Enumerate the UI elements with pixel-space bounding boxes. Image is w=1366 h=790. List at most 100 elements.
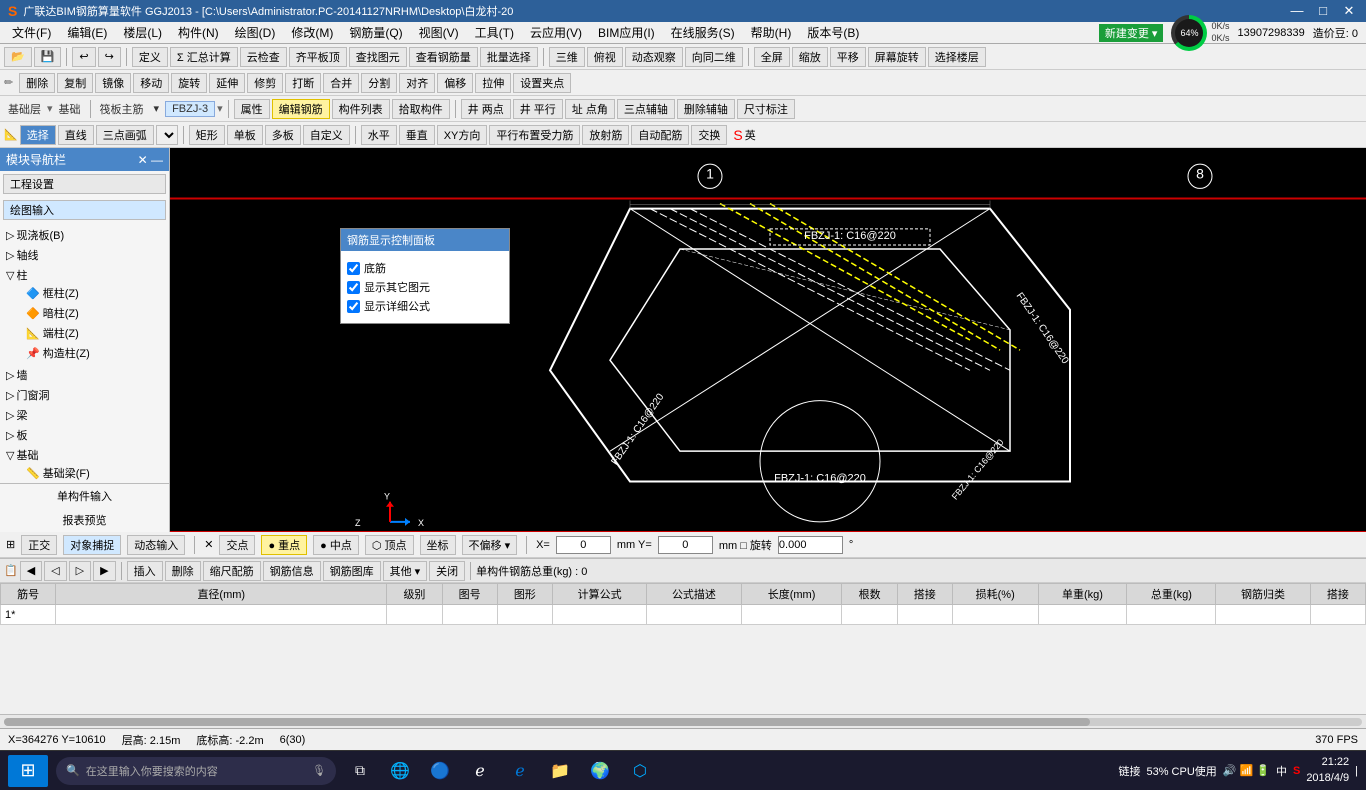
show-desktop-btn[interactable]: |	[1355, 765, 1358, 777]
btn-insert-row[interactable]: 插入	[127, 561, 163, 581]
btn-split[interactable]: 分割	[361, 73, 397, 93]
btn-point-angle[interactable]: 址 点角	[565, 99, 615, 119]
btn-2d[interactable]: 向同二维	[685, 47, 743, 67]
btn-batch[interactable]: 批量选择	[480, 47, 538, 67]
table-row[interactable]: 1*	[1, 605, 1366, 625]
btn-open[interactable]: 📂	[4, 47, 32, 67]
menu-version[interactable]: 版本号(B)	[799, 22, 867, 43]
btn-dynamic[interactable]: 动态观察	[625, 47, 683, 67]
btn-no-offset[interactable]: 不偏移 ▾	[462, 535, 518, 555]
btn-vertical[interactable]: 垂直	[399, 125, 435, 145]
btn-parallel-rebar[interactable]: 平行布置受力筋	[489, 125, 580, 145]
nav-item-structcol[interactable]: 📌 构造柱(Z)	[22, 343, 163, 363]
nav-single-component[interactable]: 单构件输入	[0, 484, 169, 508]
nav-draw-input[interactable]: 绘图输入	[3, 200, 166, 220]
rebar-component[interactable]: FBZJ-3	[165, 101, 215, 117]
btn-other[interactable]: 其他 ▾	[383, 561, 428, 581]
hscroll-thumb[interactable]	[4, 718, 1090, 726]
draw-mode-select[interactable]	[156, 125, 178, 145]
btn-find[interactable]: 查找图元	[349, 47, 407, 67]
btn-rebar-info[interactable]: 钢筋信息	[263, 561, 321, 581]
menu-file[interactable]: 文件(F)	[4, 22, 59, 43]
nav-group-beam[interactable]: ▷ 梁	[2, 405, 167, 425]
btn-view-rebar[interactable]: 查看钢筋量	[409, 47, 478, 67]
x-input[interactable]	[556, 536, 611, 554]
btn-select-floor[interactable]: 选择楼层	[928, 47, 986, 67]
check-show-other[interactable]	[347, 281, 360, 294]
nav-group-foundation-header[interactable]: ▽ 基础	[6, 447, 163, 463]
btn-exchange[interactable]: 交换	[691, 125, 727, 145]
taskbar-task-view[interactable]: ⧉	[344, 755, 376, 787]
btn-three-point-axis[interactable]: 三点辅轴	[617, 99, 675, 119]
btn-delete-row[interactable]: 删除	[165, 561, 201, 581]
btn-offset[interactable]: 偏移	[437, 73, 473, 93]
btn-dynamic-input[interactable]: 动态输入	[127, 535, 185, 555]
nav-item-fbeam[interactable]: 📏 基础梁(F)	[22, 463, 163, 483]
check-bottom-rebar[interactable]	[347, 262, 360, 275]
btn-xy-dir[interactable]: XY方向	[437, 125, 488, 145]
btn-fullscreen[interactable]: 全屏	[754, 47, 790, 67]
nav-item-endcol[interactable]: 📐 端柱(Z)	[22, 323, 163, 343]
rotate-input[interactable]	[778, 536, 843, 554]
cad-drawing[interactable]: 1 8	[170, 148, 1366, 532]
btn-center[interactable]: ● 中点	[313, 535, 359, 555]
btn-intersect[interactable]: 交点	[219, 535, 255, 555]
btn-undo[interactable]: ↩	[72, 47, 95, 67]
btn-rect[interactable]: 矩形	[189, 125, 225, 145]
btn-dimension[interactable]: 尺寸标注	[737, 99, 795, 119]
taskbar-ie[interactable]: ℯ	[464, 755, 496, 787]
menu-cloud[interactable]: 云应用(V)	[522, 22, 590, 43]
btn-delete-axis[interactable]: 删除辅轴	[677, 99, 735, 119]
btn-two-point[interactable]: 井 两点	[461, 99, 511, 119]
nav-group-board[interactable]: ▷ 板	[2, 425, 167, 445]
taskbar-globe[interactable]: 🌍	[584, 755, 616, 787]
menu-tools[interactable]: 工具(T)	[467, 22, 522, 43]
taskbar-edge[interactable]: 🌐	[384, 755, 416, 787]
btn-rotate[interactable]: 旋转	[171, 73, 207, 93]
nav-item-framecol[interactable]: 🔷 框柱(Z)	[22, 283, 163, 303]
btn-scale-rebar[interactable]: 缩尺配筋	[203, 561, 261, 581]
btn-copy[interactable]: 复制	[57, 73, 93, 93]
menu-component[interactable]: 构件(N)	[170, 22, 227, 43]
btn-select[interactable]: 选择	[20, 125, 56, 145]
taskbar-app1[interactable]: ⬡	[624, 755, 656, 787]
btn-redo[interactable]: ↪	[98, 47, 121, 67]
btn-radial-rebar[interactable]: 放射筋	[582, 125, 629, 145]
btn-pick-component[interactable]: 拾取构件	[392, 99, 450, 119]
nav-group-slab[interactable]: ▷ 现浇板(B)	[2, 225, 167, 245]
menu-online[interactable]: 在线服务(S)	[663, 22, 743, 43]
menu-edit[interactable]: 编辑(E)	[59, 22, 115, 43]
btn-align[interactable]: 对齐	[399, 73, 435, 93]
btn-last[interactable]: ▶	[93, 561, 115, 581]
btn-rebar-lib[interactable]: 钢筋图库	[323, 561, 381, 581]
btn-pan[interactable]: 平移	[830, 47, 866, 67]
nav-close-btn[interactable]: ✕ —	[138, 153, 163, 167]
btn-line[interactable]: 直线	[58, 125, 94, 145]
canvas-area[interactable]: 钢筋显示控制面板 底筋 显示其它图元 显示详细公式	[170, 148, 1366, 532]
btn-cloud-check[interactable]: 云检查	[240, 47, 287, 67]
nav-group-axis[interactable]: ▷ 轴线	[2, 245, 167, 265]
btn-delete[interactable]: 删除	[19, 73, 55, 93]
clock[interactable]: 21:22 2018/4/9	[1306, 755, 1349, 786]
taskbar-folder[interactable]: 📁	[544, 755, 576, 787]
ime-label[interactable]: 中	[1276, 763, 1287, 779]
checkbox-show-formula[interactable]: 显示详细公式	[347, 298, 503, 314]
checkbox-bottom-rebar[interactable]: 底筋	[347, 260, 503, 276]
hscrollbar[interactable]	[0, 714, 1366, 728]
btn-component-list[interactable]: 构件列表	[332, 99, 390, 119]
btn-break[interactable]: 打断	[285, 73, 321, 93]
btn-zoom[interactable]: 缩放	[792, 47, 828, 67]
taskbar-browser[interactable]: 🔵	[424, 755, 456, 787]
menu-bim[interactable]: BIM应用(I)	[590, 22, 663, 43]
btn-first[interactable]: ◀	[20, 561, 42, 581]
btn-vertex[interactable]: ⬡ 顶点	[365, 535, 414, 555]
btn-next-next[interactable]: ▷	[69, 561, 91, 581]
check-show-formula[interactable]	[347, 300, 360, 313]
btn-define[interactable]: 定义	[132, 47, 168, 67]
menu-floor[interactable]: 楼层(L)	[115, 22, 170, 43]
btn-arc[interactable]: 三点画弧	[96, 125, 154, 145]
new-change-btn[interactable]: 新建变更 ▾	[1099, 24, 1164, 42]
btn-single-board[interactable]: 单板	[227, 125, 263, 145]
menu-draw[interactable]: 绘图(D)	[227, 22, 284, 43]
nav-group-wall[interactable]: ▷ 墙	[2, 365, 167, 385]
